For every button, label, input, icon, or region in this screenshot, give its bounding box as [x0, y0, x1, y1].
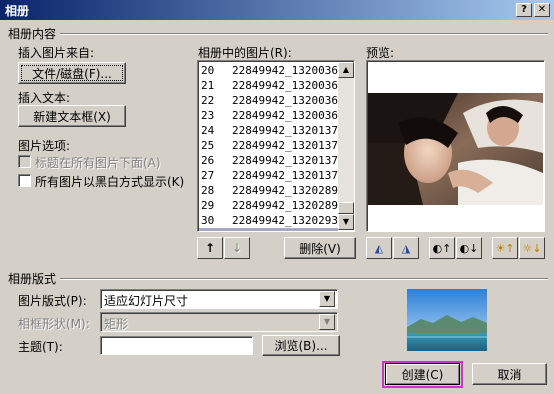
decrease-contrast-button[interactable]: ◐↓ [456, 237, 482, 259]
list-item[interactable]: 29 22849942_1320289 [199, 198, 338, 213]
rotate-right-icon: ◮ [401, 241, 411, 255]
album-layout-divider [60, 278, 548, 280]
rotate-left-button[interactable]: ◭ [366, 237, 392, 259]
close-button[interactable]: ✕ [534, 3, 550, 17]
list-item-number: 29 [201, 199, 215, 212]
album-content-label: 相册内容 [8, 27, 57, 41]
caption-below-checkbox [18, 155, 31, 168]
file-disk-button[interactable]: 文件/磁盘(F)... [18, 62, 126, 84]
list-item-number: 28 [201, 184, 215, 197]
chevron-down-icon[interactable]: ▼ [319, 291, 335, 307]
list-item-filename: 22849942_1320293 [232, 228, 338, 231]
list-item[interactable]: 3122849942_1320293 [199, 228, 338, 231]
list-item-filename: 22849942_1320293 [232, 214, 338, 227]
list-item[interactable]: 28 22849942_1320289 [199, 183, 338, 198]
list-item[interactable]: 30 22849942_1320293 [199, 213, 338, 228]
black-white-checkbox[interactable] [18, 174, 31, 187]
browse-button[interactable]: 浏览(B)... [262, 335, 340, 356]
album-content-divider [60, 33, 548, 35]
scroll-thumb[interactable] [338, 202, 354, 214]
list-item-filename: 22849942_1320137 [232, 124, 338, 137]
list-item-filename: 22849942_1320289 [232, 184, 338, 197]
list-item-number: 24 [201, 124, 215, 137]
delete-button[interactable]: 删除(V) [284, 237, 356, 259]
picture-list-label: 相册中的图片(R): [198, 46, 292, 60]
list-item[interactable]: 20 22849942_1320036 [199, 63, 338, 78]
scroll-up-icon[interactable]: ▲ [338, 62, 354, 78]
move-up-button[interactable]: ↑ [197, 237, 223, 259]
contrast-up-icon: ◐↑ [432, 241, 452, 255]
rotate-right-button[interactable]: ◮ [393, 237, 419, 259]
insert-text-label: 插入文本: [18, 91, 71, 105]
title-bar: 相册 ? ✕ [0, 0, 554, 20]
help-button[interactable]: ? [516, 3, 532, 17]
brightness-up-icon: ☀↑ [495, 241, 515, 255]
picture-layout-value: 适应幻灯片尺寸 [104, 294, 189, 308]
create-button[interactable]: 创建(C) [385, 363, 460, 385]
list-item-filename: 22849942_1320137 [232, 154, 338, 167]
list-item-filename: 22849942_1320036 [232, 64, 338, 77]
caption-below-label: 标题在所有图片下面(A) [35, 156, 161, 170]
picture-layout-select[interactable]: 适应幻灯片尺寸 ▼ [100, 289, 338, 309]
increase-brightness-button[interactable]: ☀↑ [492, 237, 518, 259]
list-item-filename: 22849942_1320036 [232, 94, 338, 107]
increase-contrast-button[interactable]: ◐↑ [429, 237, 455, 259]
insert-from-label: 插入图片来自: [18, 46, 95, 60]
brightness-down-icon: ☼↓ [522, 241, 542, 255]
preview-photo [368, 93, 543, 205]
list-scrollbar[interactable]: ▲ ▼ [338, 62, 354, 230]
list-item-number: 31 [199, 228, 232, 231]
list-item-number: 25 [201, 139, 215, 152]
layout-preview-image [407, 289, 487, 351]
list-item-number: 26 [201, 154, 215, 167]
list-item[interactable]: 25 22849942_1320137 [199, 138, 338, 153]
list-item[interactable]: 26 22849942_1320137 [199, 153, 338, 168]
picture-list[interactable]: 20 22849942_1320036 21 22849942_1320036 22 22… [197, 60, 355, 232]
list-item-number: 30 [201, 214, 215, 227]
theme-input[interactable] [100, 336, 253, 355]
picture-layout-label: 图片版式(P): [18, 294, 87, 308]
list-item[interactable]: 21 22849942_1320036 [199, 78, 338, 93]
preview-label: 预览: [366, 46, 395, 60]
list-item-filename: 22849942_1320036 [232, 79, 338, 92]
contrast-down-icon: ◐↓ [459, 241, 479, 255]
list-item-filename: 22849942_1320289 [232, 199, 338, 212]
move-down-button[interactable]: ↓ [224, 237, 250, 259]
decrease-brightness-button[interactable]: ☼↓ [519, 237, 545, 259]
black-white-label[interactable]: 所有图片以黑白方式显示(K) [35, 173, 184, 190]
new-textbox-button[interactable]: 新建文本框(X) [18, 105, 126, 127]
frame-shape-label: 相框形状(M): [18, 317, 90, 331]
arrow-down-icon: ↓ [231, 241, 243, 255]
theme-label: 主题(T): [18, 340, 63, 354]
list-item-filename: 22849942_1320036 [232, 109, 338, 122]
list-item-filename: 22849942_1320137 [232, 139, 338, 152]
list-item-number: 27 [201, 169, 215, 182]
cancel-button[interactable]: 取消 [472, 363, 547, 385]
chevron-down-icon: ▼ [319, 314, 335, 330]
list-item[interactable]: 22 22849942_1320036 [199, 93, 338, 108]
list-item-number: 22 [201, 94, 215, 107]
arrow-up-icon: ↑ [204, 241, 216, 255]
list-item[interactable]: 24 22849942_1320137 [199, 123, 338, 138]
frame-shape-select: 矩形 ▼ [100, 312, 338, 332]
rotate-left-icon: ◭ [374, 241, 384, 255]
list-item-number: 21 [201, 79, 215, 92]
list-item-number: 23 [201, 109, 215, 122]
picture-options-label: 图片选项: [18, 139, 71, 153]
preview-box [366, 60, 545, 232]
window-title: 相册 [5, 4, 30, 18]
album-layout-label: 相册版式 [8, 272, 57, 286]
list-item-number: 20 [201, 64, 215, 77]
list-item-filename: 22849942_1320137 [232, 169, 338, 182]
frame-shape-value: 矩形 [104, 317, 129, 331]
list-item[interactable]: 23 22849942_1320036 [199, 108, 338, 123]
list-item[interactable]: 27 22849942_1320137 [199, 168, 338, 183]
picture-list-rows: 20 22849942_1320036 21 22849942_1320036 22 22… [199, 63, 338, 231]
scroll-down-icon[interactable]: ▼ [338, 214, 354, 230]
